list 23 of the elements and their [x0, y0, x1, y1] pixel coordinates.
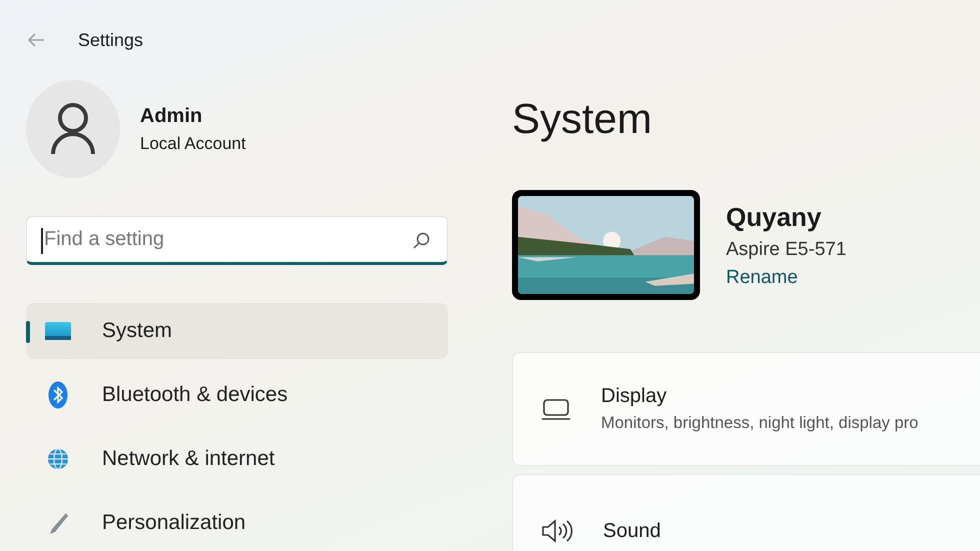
account-type: Local Account	[140, 134, 246, 154]
laptop-icon	[541, 397, 571, 421]
sidebar-item[interactable]: Personalization	[26, 495, 448, 551]
settings-card[interactable]: Sound	[512, 474, 980, 551]
sidebar-item[interactable]: System	[26, 303, 448, 359]
search-icon	[412, 232, 430, 250]
monitor-icon	[44, 321, 72, 341]
device-name: Quyany	[726, 202, 822, 232]
card-title: Display	[601, 385, 668, 408]
card-title: Sound	[603, 520, 661, 542]
device-model: Aspire E5-571	[726, 238, 846, 260]
back-arrow-icon[interactable]	[26, 32, 46, 48]
window-title: Settings	[78, 30, 144, 51]
sidebar-item[interactable]: Bluetooth & devices	[26, 367, 448, 423]
page-title: System	[512, 98, 654, 140]
rename-link[interactable]: Rename	[726, 266, 846, 288]
search-field[interactable]: Find a setting	[26, 216, 448, 265]
speaker-icon	[541, 519, 573, 543]
sidebar-item[interactable]: Network & internet	[26, 431, 448, 487]
text-cursor	[41, 228, 43, 254]
card-description: Monitors, brightness, night light, display pro	[601, 414, 918, 433]
settings-card[interactable]: Display Monitors, brightness, night light, display pro	[512, 352, 980, 466]
account-name: Admin	[140, 104, 204, 128]
